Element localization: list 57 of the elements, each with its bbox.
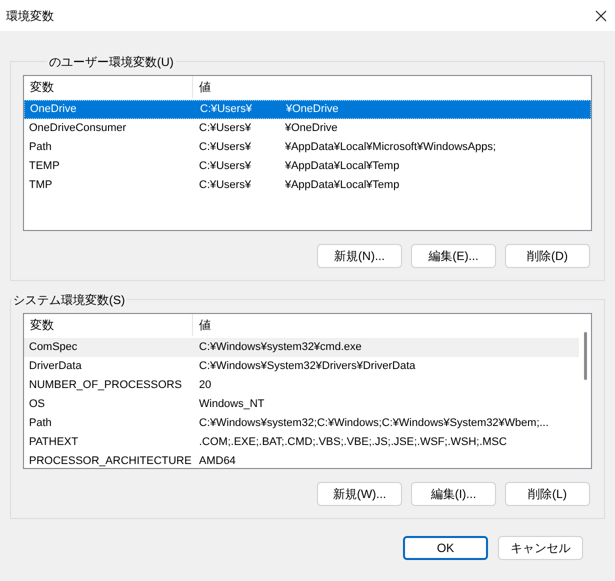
list-row[interactable]: TEMP C:¥Users¥ ¥AppData¥Local¥Temp [24, 157, 591, 176]
list-row[interactable]: OS Windows_NT [24, 395, 579, 414]
variable-value: ¥OneDrive [286, 102, 339, 118]
variable-name: PROCESSOR_ARCHITECTURE [28, 454, 193, 468]
dialog-button[interactable]: 編集(E)... [411, 244, 496, 268]
list-row[interactable]: PATHEXT .COM;.EXE;.BAT;.CMD;.VBS;.VBE;.JS;.JSE;.WSF;.WSH;.MSC [24, 433, 579, 452]
variable-value: C:¥Windows¥system32¥cmd.exe [199, 340, 362, 356]
variable-name: DriverData [28, 359, 83, 374]
variable-name: TEMP [28, 159, 61, 174]
list-row[interactable]: OneDriveConsumer C:¥Users¥ ¥OneDrive [24, 119, 591, 138]
list-row[interactable]: Path C:¥Users¥ ¥AppData¥Local¥Microsoft¥WindowsApps; [24, 138, 591, 157]
variable-name: OneDrive [29, 102, 78, 118]
column-header[interactable]: 値 [193, 314, 579, 336]
dialog-button[interactable]: 新規(W)... [317, 482, 402, 506]
list-row[interactable]: OneDrive C:¥Users¥ ¥OneDrive [24, 100, 591, 119]
variable-value: C:¥Windows¥system32;C:¥Windows;C:¥Windows¥System32¥Wbem;... [199, 416, 549, 432]
variable-name: PATHEXT [28, 435, 80, 450]
column-header[interactable]: 変数 [24, 76, 193, 98]
variable-name: Path [28, 140, 53, 156]
dialog-button[interactable]: 編集(I)... [411, 482, 496, 506]
group-title: システム環境変数(S) [11, 291, 127, 309]
variable-value: ¥OneDrive [284, 121, 338, 136]
column-header[interactable]: 変数 [24, 314, 193, 336]
dialog-button[interactable]: 削除(D) [505, 244, 590, 268]
variable-name: OS [28, 397, 46, 412]
list-row[interactable]: ComSpec C:¥Windows¥system32¥cmd.exe [24, 338, 579, 357]
variable-name: TMP [28, 178, 54, 194]
variable-value: 20 [199, 378, 212, 394]
variable-value: ¥AppData¥Local¥Temp [284, 178, 400, 194]
variable-value: C:¥Windows¥System32¥Drivers¥DriverData [199, 359, 416, 374]
variable-value: .COM;.EXE;.BAT;.CMD;.VBS;.VBE;.JS;.JSE;.WSF;.WSH;.MSC [199, 435, 507, 450]
variable-name: Path [28, 416, 53, 432]
variable-value: ¥AppData¥Local¥Microsoft¥WindowsApps; [284, 140, 496, 156]
ok-button[interactable]: OK [403, 536, 488, 560]
dialog-button[interactable]: 削除(L) [505, 482, 590, 506]
dialog-button[interactable]: 新規(N)... [317, 244, 402, 268]
variable-value: AMD64 [199, 454, 236, 468]
variable-value: C:¥Users¥ [200, 102, 252, 118]
list-row[interactable]: Path C:¥Windows¥system32;C:¥Windows;C:¥Windows¥System32¥Wbem;... [24, 414, 579, 433]
window-title: 環境変数 [6, 8, 54, 24]
variable-value: C:¥Users¥ [199, 159, 251, 174]
variable-value: C:¥Users¥ [199, 178, 251, 194]
variable-name: NUMBER_OF_PROCESSORS [28, 378, 183, 394]
variable-value: C:¥Users¥ [199, 140, 251, 156]
column-header[interactable]: 値 [193, 76, 591, 98]
variable-value: ¥AppData¥Local¥Temp [284, 159, 400, 174]
variable-name: OneDriveConsumer [28, 121, 128, 136]
variable-value: Windows_NT [199, 397, 264, 412]
group-title: のユーザー環境変数(U) [47, 53, 176, 71]
list-row[interactable]: DriverData C:¥Windows¥System32¥Drivers¥DriverData [24, 357, 579, 376]
list-row[interactable]: TMP C:¥Users¥ ¥AppData¥Local¥Temp [24, 176, 591, 195]
variable-name: ComSpec [28, 340, 78, 356]
list-row[interactable]: PROCESSOR_ARCHITECTURE AMD64 [24, 452, 579, 468]
variable-value: C:¥Users¥ [199, 121, 251, 136]
dialog-button[interactable]: キャンセル [498, 536, 583, 560]
list-row[interactable]: NUMBER_OF_PROCESSORS 20 [24, 376, 579, 395]
close-icon[interactable] [595, 10, 607, 22]
